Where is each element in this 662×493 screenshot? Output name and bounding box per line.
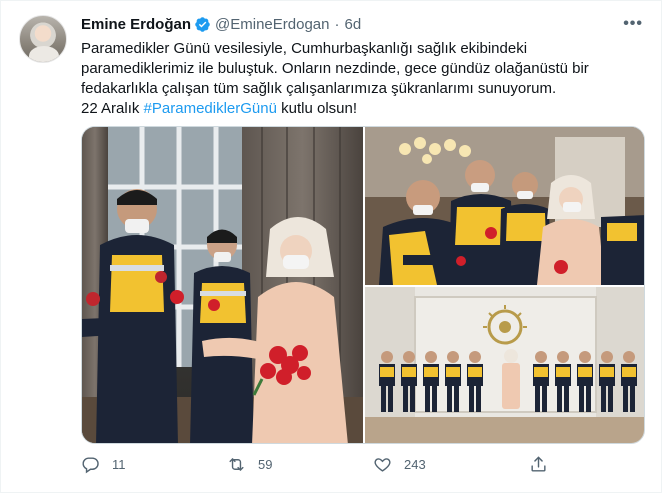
retweet-icon <box>229 458 244 471</box>
text-prefix: 22 Aralık <box>81 100 144 117</box>
tweet-text-line: Paramedikler Günü vesilesiyle, Cumhurbaş… <box>81 40 528 57</box>
reply-count: 11 <box>112 457 126 472</box>
retweet-button[interactable]: 59 <box>227 455 272 474</box>
photo-paramedics-carnations[interactable] <box>82 127 363 443</box>
share-icon <box>531 456 546 472</box>
text-suffix: kutlu olsun! <box>276 100 357 117</box>
like-count: 243 <box>404 457 426 472</box>
separator-dot: · <box>334 15 340 33</box>
photo-handshake-chandelier[interactable] <box>365 127 644 285</box>
tweet-timestamp[interactable]: 6d <box>345 16 362 33</box>
heart-icon <box>374 458 391 472</box>
avatar[interactable] <box>19 15 67 63</box>
like-button[interactable]: 243 <box>373 455 426 474</box>
author-handle[interactable]: @EmineErdogan <box>215 16 329 33</box>
tweet-card[interactable]: Emine Erdoğan @EmineErdogan · 6d ••• Par… <box>0 0 662 493</box>
tweet-text-line: paramediklerimiz ile buluştuk. Onların n… <box>81 60 589 77</box>
more-options-icon[interactable]: ••• <box>623 15 643 33</box>
photo-group-line[interactable] <box>365 287 644 443</box>
tweet-header: Emine Erdoğan @EmineErdogan · 6d <box>81 14 361 34</box>
retweet-count: 59 <box>258 457 273 472</box>
tweet-text-line: 22 Aralık #ParamediklerGünü kutlu olsun! <box>81 99 641 119</box>
media-grid <box>81 126 645 444</box>
reply-button[interactable]: 11 <box>81 455 126 474</box>
author-name[interactable]: Emine Erdoğan <box>81 16 191 33</box>
tweet-actions: 11 59 243 <box>81 455 551 479</box>
tweet-text-line: fedakarlıkla çalışan tüm sağlık çalışanl… <box>81 80 557 97</box>
tweet-text: Paramedikler Günü vesilesiyle, Cumhurbaş… <box>81 39 641 119</box>
hashtag-link[interactable]: #ParamediklerGünü <box>144 100 277 117</box>
verified-badge-icon <box>194 16 211 33</box>
share-button[interactable] <box>529 455 548 474</box>
reply-icon <box>82 457 99 474</box>
